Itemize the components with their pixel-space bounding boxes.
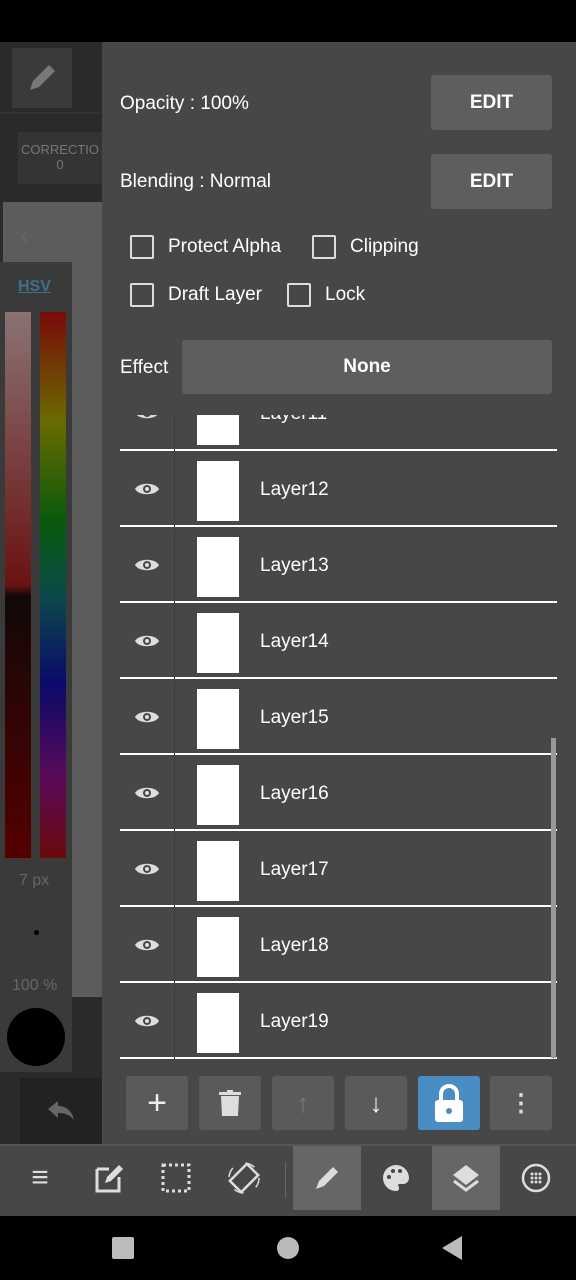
- eye-icon[interactable]: [134, 1012, 160, 1030]
- layer-name: Layer16: [260, 783, 329, 804]
- eye-icon[interactable]: [134, 936, 160, 954]
- eye-icon[interactable]: [134, 632, 160, 650]
- current-color-swatch[interactable]: [7, 1008, 65, 1066]
- layer-name: Layer15: [260, 707, 329, 728]
- layer-thumbnail: [197, 461, 239, 521]
- undo-icon: [48, 1101, 74, 1120]
- dots-circle-icon: [521, 1163, 551, 1193]
- eye-icon[interactable]: [134, 708, 160, 726]
- layer-row[interactable]: Layer11: [120, 415, 557, 451]
- layer-thumbnail: [197, 841, 239, 901]
- pen-tool-button[interactable]: [12, 48, 72, 108]
- effect-label: Effect: [120, 357, 169, 378]
- undo-button[interactable]: [20, 1078, 102, 1144]
- clipping-checkbox[interactable]: Clipping: [312, 235, 419, 259]
- edit-button[interactable]: [74, 1146, 142, 1210]
- hue-slider[interactable]: [40, 312, 66, 858]
- layer-name: Layer17: [260, 859, 329, 880]
- correction-button[interactable]: CORRECTIO 0: [18, 132, 102, 184]
- menu-button[interactable]: ≡: [6, 1146, 74, 1210]
- blending-label: Blending : Normal: [120, 171, 272, 192]
- layer-list-scrollbar[interactable]: [551, 738, 556, 1058]
- android-home-button[interactable]: [277, 1237, 299, 1259]
- delete-layer-button[interactable]: [199, 1076, 261, 1130]
- layer-row[interactable]: Layer16: [120, 757, 557, 831]
- layer-thumbnail: [197, 993, 239, 1053]
- arrow-up-icon: ↑: [296, 1087, 310, 1118]
- layer-name: Layer19: [260, 1011, 329, 1032]
- more-vertical-icon: ⋮: [509, 1089, 533, 1117]
- saturation-slider[interactable]: [5, 312, 31, 858]
- edit-icon: [95, 1165, 123, 1193]
- eye-icon[interactable]: [134, 415, 160, 422]
- layer-name: Layer13: [260, 555, 329, 576]
- hsv-tab[interactable]: HSV: [18, 278, 51, 296]
- layer-name: Layer18: [260, 935, 329, 956]
- layer-name: Layer11: [260, 415, 327, 425]
- layers-icon: [453, 1165, 479, 1192]
- rotate-canvas-button[interactable]: [210, 1146, 278, 1210]
- layer-name: Layer12: [260, 479, 329, 500]
- layer-row[interactable]: Layer14: [120, 605, 557, 679]
- layer-row[interactable]: Layer17: [120, 833, 557, 907]
- effect-button[interactable]: None: [182, 340, 552, 394]
- plus-icon: +: [147, 1083, 167, 1122]
- layer-thumbnail: [197, 415, 239, 445]
- pencil-icon: [30, 65, 55, 90]
- eye-icon[interactable]: [134, 860, 160, 878]
- layer-row[interactable]: Layer19: [120, 985, 557, 1059]
- blending-edit-button[interactable]: EDIT: [431, 154, 552, 209]
- selection-button[interactable]: [142, 1146, 210, 1210]
- lock-layer-button[interactable]: [418, 1076, 480, 1130]
- material-button[interactable]: [502, 1146, 570, 1210]
- more-options-button[interactable]: ⋮: [490, 1076, 552, 1130]
- lock-icon: [435, 1084, 463, 1122]
- layer-row[interactable]: Layer15: [120, 681, 557, 755]
- selection-icon: [161, 1163, 191, 1193]
- eye-icon[interactable]: [134, 784, 160, 802]
- layer-row[interactable]: Layer12: [120, 453, 557, 527]
- opacity-edit-button[interactable]: EDIT: [431, 75, 552, 130]
- move-layer-up-button[interactable]: ↑: [272, 1076, 334, 1130]
- menu-icon: ≡: [31, 1161, 49, 1194]
- color-palette-button[interactable]: [362, 1146, 430, 1210]
- eye-icon[interactable]: [134, 556, 160, 574]
- layer-thumbnail: [197, 689, 239, 749]
- draft-layer-checkbox[interactable]: Draft Layer: [130, 283, 262, 307]
- layer-list[interactable]: Layer11 Layer12 Layer13 Layer14 Layer15 Layer…: [120, 415, 557, 1060]
- collapse-chevron-icon[interactable]: ‹: [20, 220, 29, 251]
- palette-icon: [383, 1165, 409, 1191]
- layer-thumbnail: [197, 537, 239, 597]
- layers-button[interactable]: [432, 1146, 500, 1210]
- eye-icon[interactable]: [134, 480, 160, 498]
- lock-checkbox[interactable]: Lock: [287, 283, 365, 307]
- layer-name: Layer14: [260, 631, 329, 652]
- layer-thumbnail: [197, 917, 239, 977]
- layer-row[interactable]: Layer18: [120, 909, 557, 983]
- android-recents-button[interactable]: [112, 1237, 134, 1259]
- brush-tool-button[interactable]: [293, 1146, 361, 1210]
- pencil-icon: [316, 1167, 338, 1189]
- arrow-down-icon: ↓: [369, 1087, 383, 1118]
- add-layer-button[interactable]: +: [126, 1076, 188, 1130]
- move-layer-down-button[interactable]: ↓: [345, 1076, 407, 1130]
- protect-alpha-checkbox[interactable]: Protect Alpha: [130, 235, 281, 259]
- layer-row[interactable]: Layer13: [120, 529, 557, 603]
- layer-thumbnail: [197, 765, 239, 825]
- canvas-side-tools: CORRECTIO 0 ‹ HSV 7 px 100 %: [0, 42, 102, 1144]
- opacity-label: Opacity : 100%: [120, 93, 249, 114]
- trash-icon: [219, 1090, 241, 1116]
- rotate-icon: [228, 1162, 260, 1194]
- layer-thumbnail: [197, 613, 239, 673]
- android-back-button[interactable]: [442, 1236, 462, 1260]
